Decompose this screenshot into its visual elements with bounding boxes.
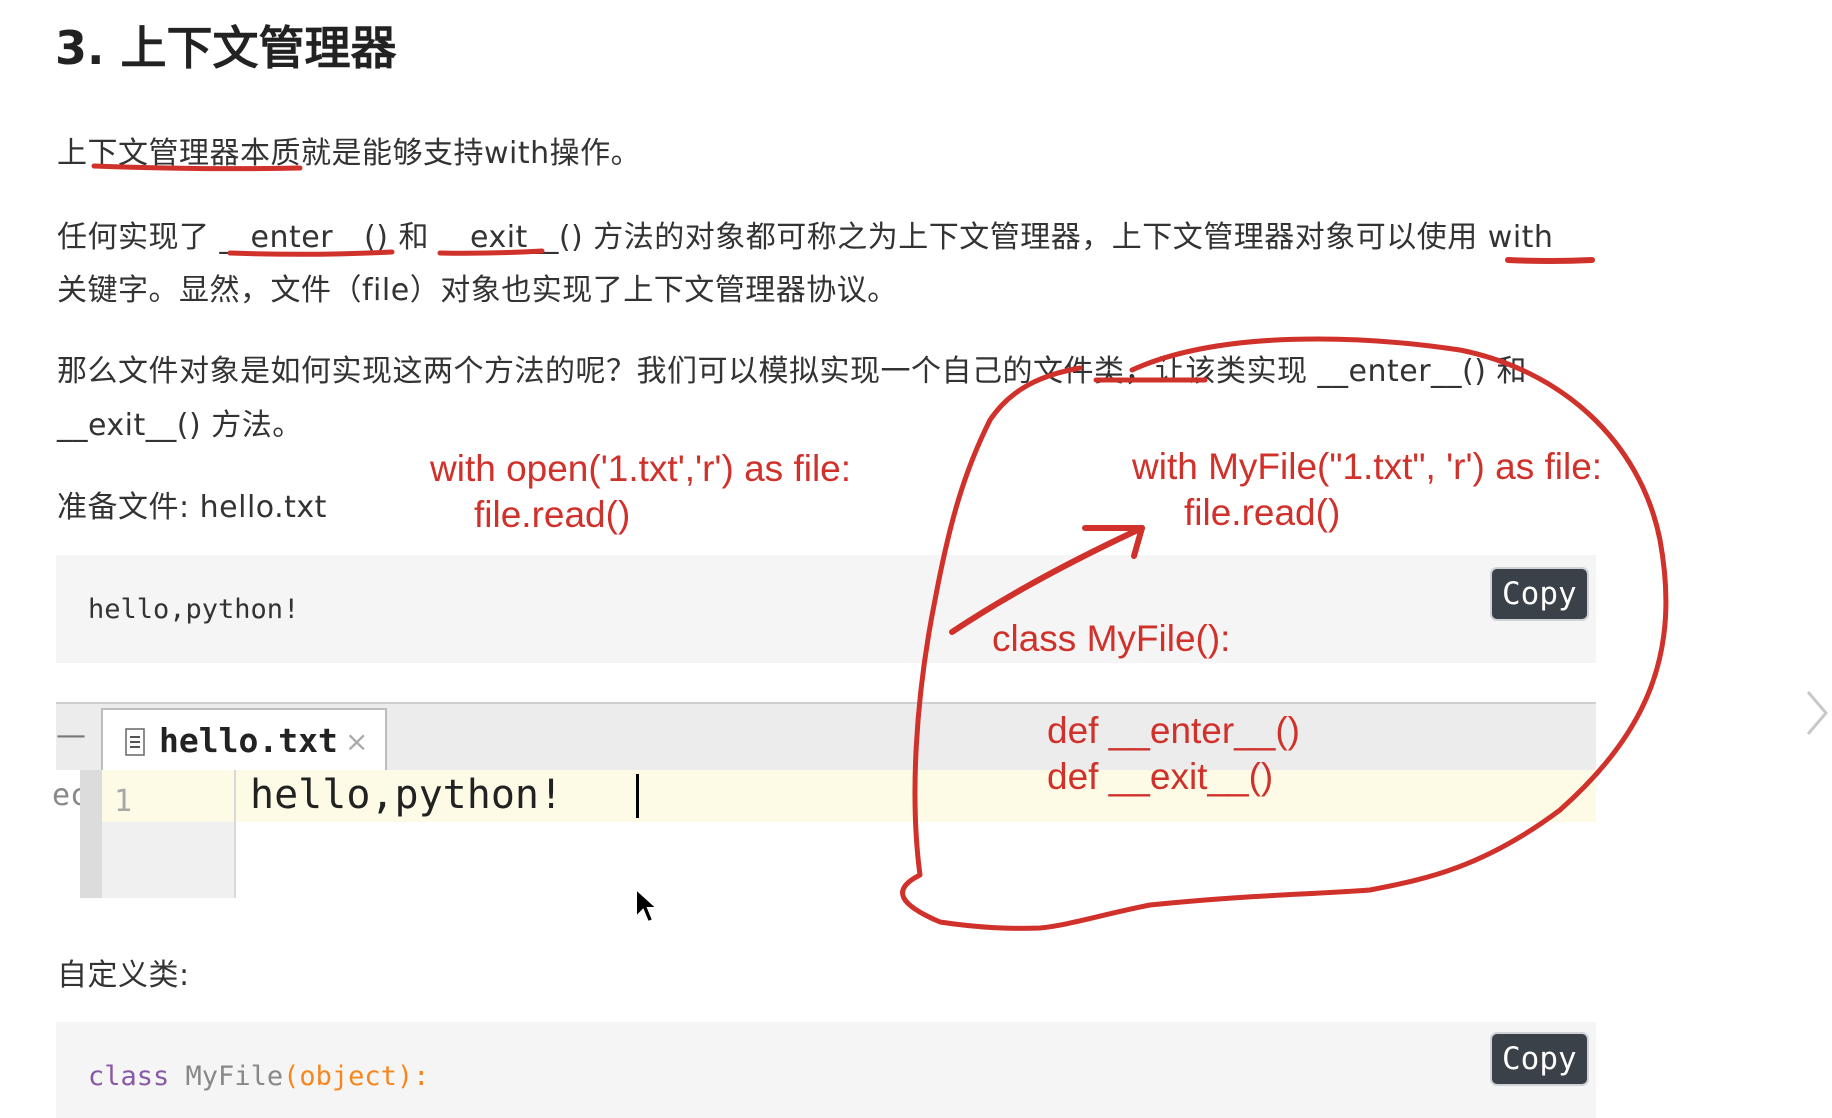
annotation-def-enter: def __enter__() [1047, 710, 1301, 751]
annotation-file-read-2: file.read() [1184, 492, 1341, 533]
underline-exit [437, 248, 545, 256]
arrow-shaft [949, 525, 1145, 635]
annotation-file-read-1: file.read() [474, 494, 631, 535]
annotation-with-myfile: with MyFile("1.txt", 'r') as file: [1132, 446, 1603, 487]
annotation-overlay [91, 163, 1669, 931]
annotation-with-open: with open('1.txt','r') as file: [430, 448, 852, 489]
underline-with [1505, 257, 1595, 264]
annotation-class-myfile: class MyFile(): [992, 618, 1231, 659]
underline-enter [227, 249, 395, 257]
underline-context-manager [91, 163, 303, 172]
annotation-def-exit: def __exit__() [1047, 756, 1274, 797]
